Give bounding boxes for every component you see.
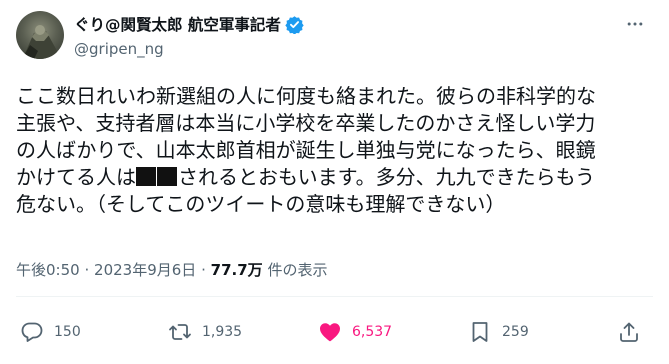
tweet-line-prefix: かけてる人は (16, 165, 136, 189)
redaction-block (136, 167, 156, 186)
avatar[interactable] (16, 11, 64, 59)
meta-separator: · (201, 261, 206, 279)
reply-icon (21, 322, 43, 342)
reply-button[interactable]: 150 (20, 318, 81, 346)
reply-count: 150 (54, 324, 81, 340)
tweet-line: かけてる人は されるとおもいます。多分、九九できたらもう (16, 164, 656, 191)
heart-icon (320, 323, 340, 342)
verified-badge-icon (285, 15, 304, 35)
divider (16, 296, 653, 297)
tweet-text: ここ数日れいわ新選組の人に何度も絡まれた。彼らの非科学的な 主張や、支持者層は本… (16, 83, 656, 218)
bookmark-count: 259 (502, 324, 529, 340)
tweet-line: の人ばかりで、山本太郎首相が誕生し単独与党になったら、眼鏡 (16, 138, 596, 162)
retweet-button[interactable]: 1,935 (168, 318, 242, 346)
tweet-line-suffix: されるとおもいます。多分、九九できたらもう (178, 165, 595, 189)
bookmark-button[interactable]: 259 (468, 318, 529, 346)
like-count: 6,537 (352, 324, 393, 340)
tweet-line: ここ数日れいわ新選組の人に何度も絡まれた。彼らの非科学的な (16, 84, 596, 108)
bookmark-icon (472, 322, 488, 342)
more-options-icon[interactable] (623, 12, 647, 36)
share-icon (620, 322, 638, 342)
display-name[interactable]: ぐり@関賢太郎 航空軍事記者 (74, 13, 281, 35)
view-count-label: 件の表示 (267, 261, 328, 279)
share-button[interactable] (617, 318, 641, 346)
meta-separator: · (84, 261, 90, 279)
tweet-date[interactable]: 2023年9月6日 (94, 261, 196, 279)
tweet-time[interactable]: 午後0:50 (16, 261, 80, 279)
view-count[interactable]: 77.7万 (211, 261, 263, 279)
redaction-block (157, 167, 177, 186)
tweet-line: 危ない。（そしてこのツイートの意味も理解できない） (16, 192, 506, 216)
tweet-line: 主張や、支持者層は本当に小学校を卒業したのかさえ怪しい学力 (16, 111, 596, 135)
like-button[interactable]: 6,537 (318, 318, 392, 346)
user-handle[interactable]: @gripen_ng (74, 40, 164, 58)
name-row: ぐり@関賢太郎 航空軍事記者 (74, 13, 304, 35)
retweet-count: 1,935 (202, 324, 243, 340)
action-bar: 150 1,935 6,537 259 (16, 318, 653, 346)
tweet-meta: 午後0:50 · 2023年9月6日 · 77.7万 件の表示 (16, 259, 327, 280)
retweet-icon (169, 324, 191, 340)
avatar-image (20, 25, 60, 59)
